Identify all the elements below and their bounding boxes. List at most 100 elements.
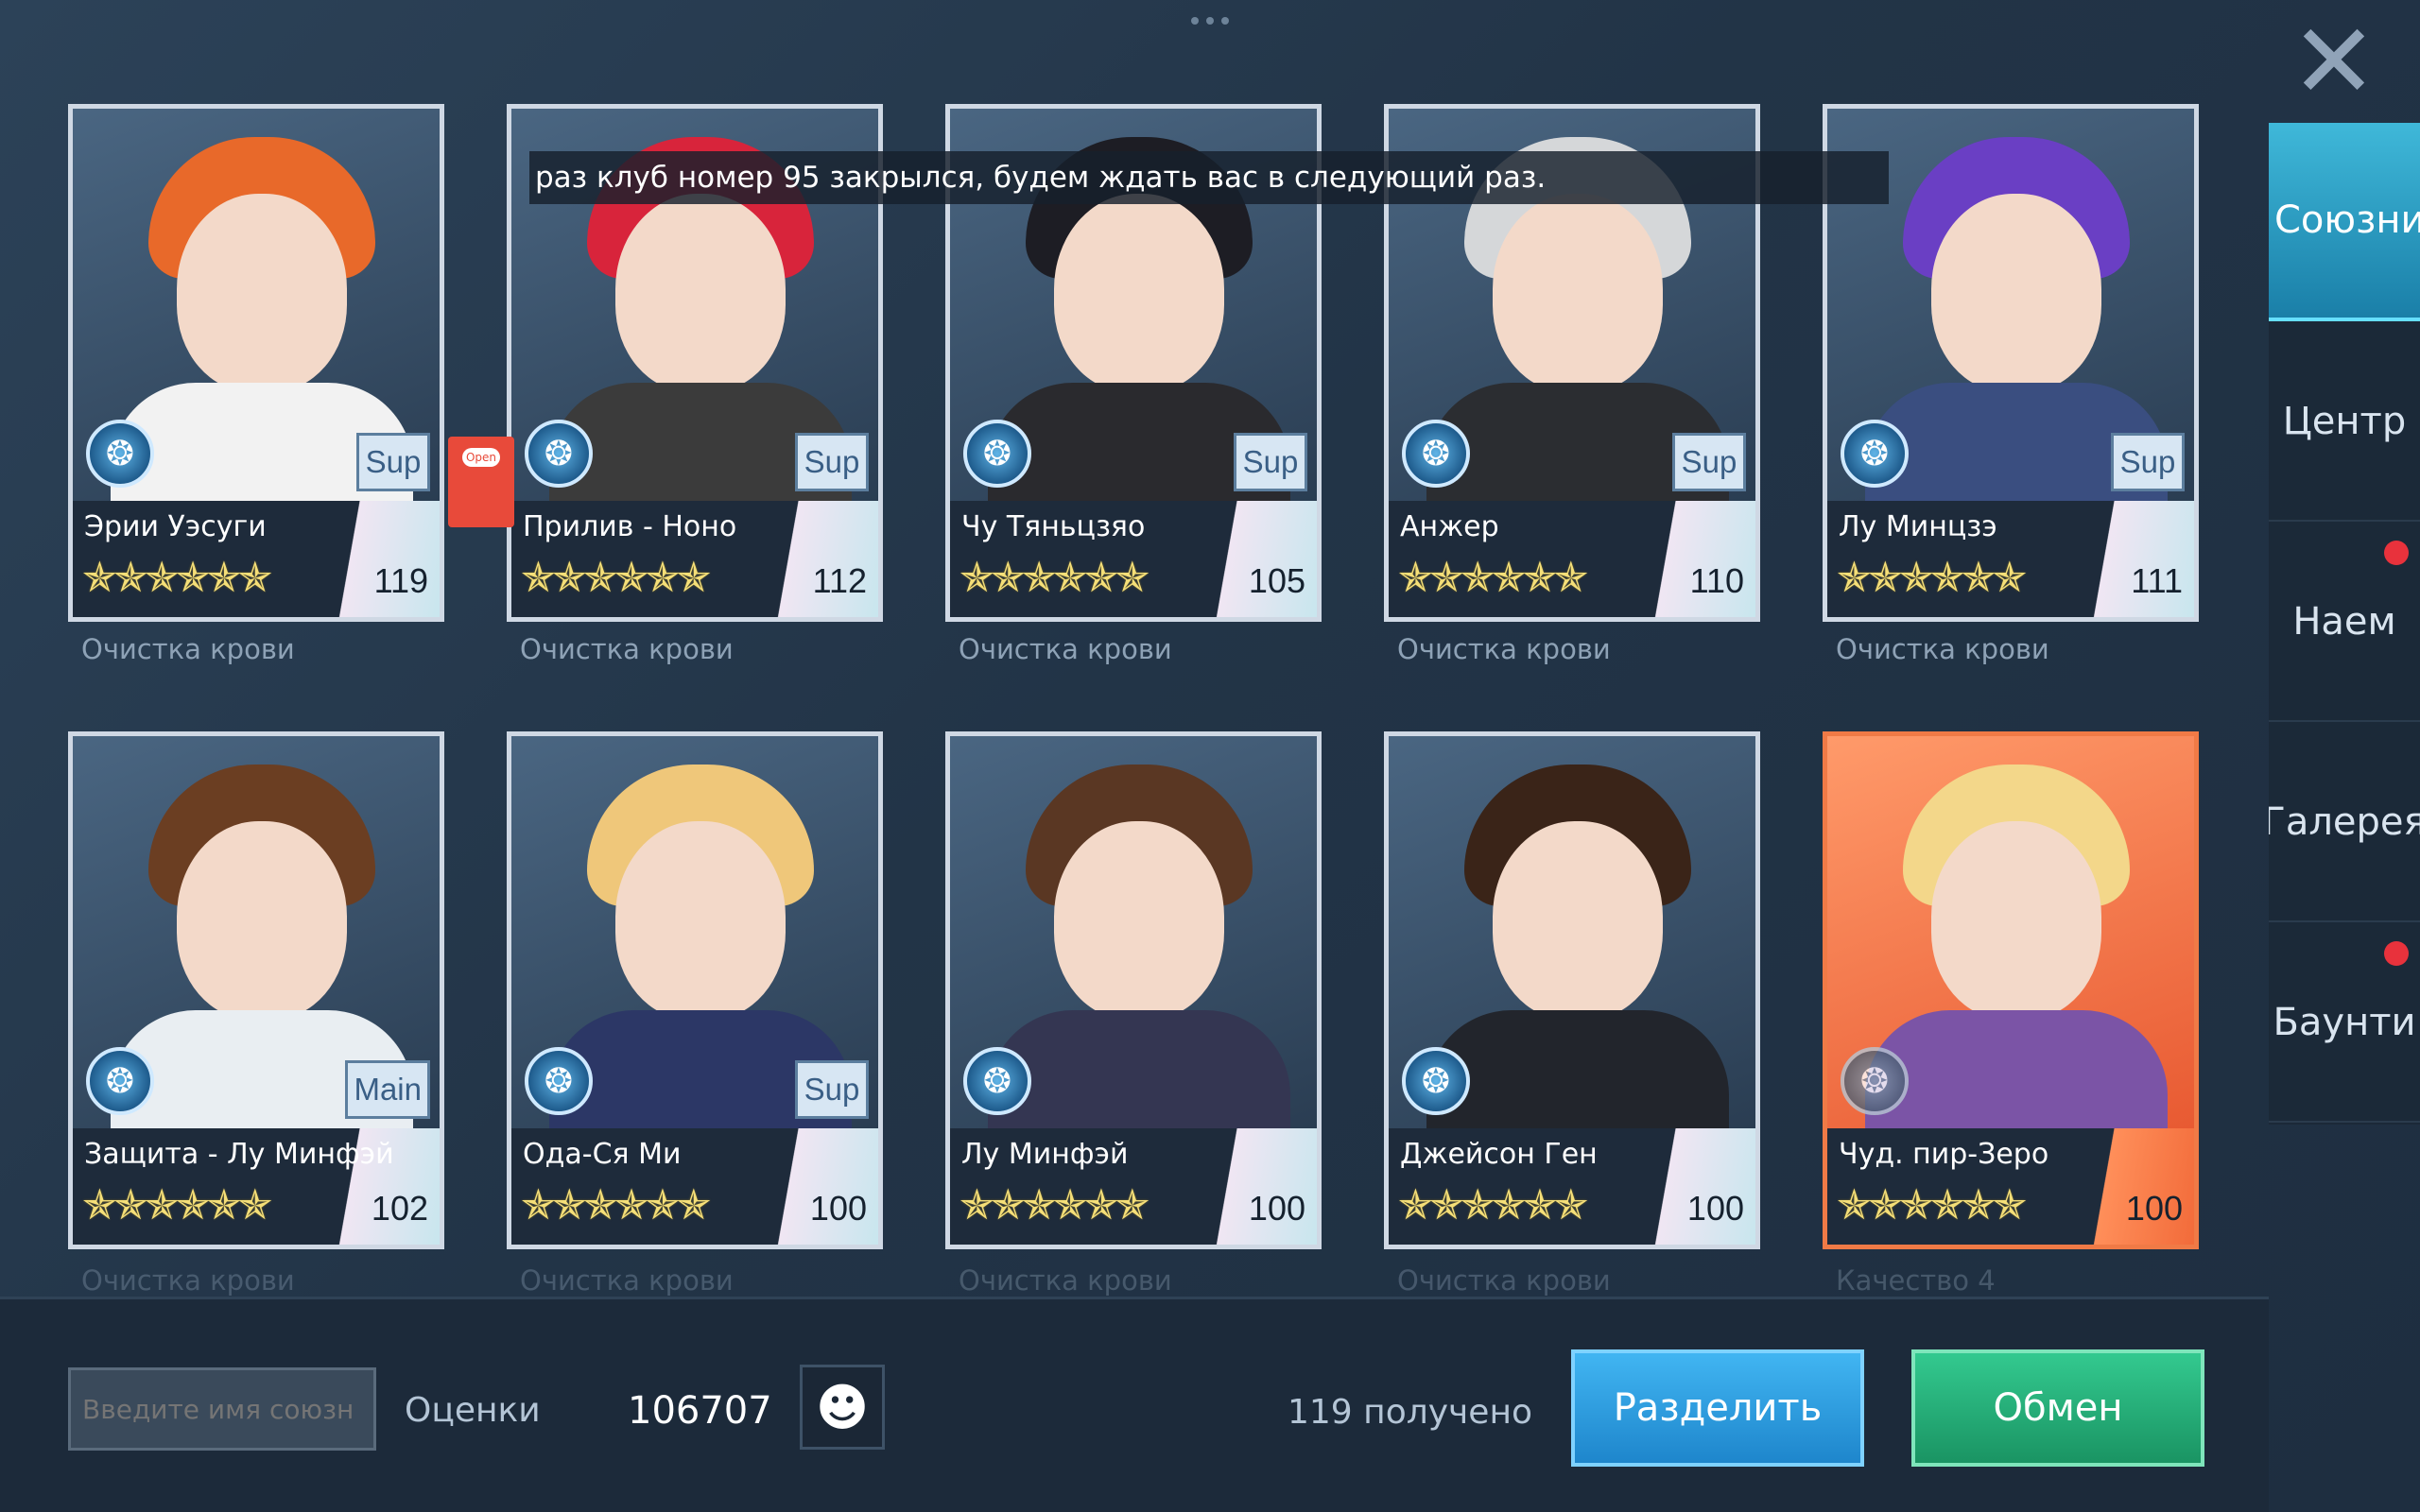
sidebar-item-gallery[interactable]: Галерея [2269,724,2420,922]
dragon-emblem-icon: ❂ [963,1047,1031,1115]
character-name: Прилив - Ноно [523,510,737,543]
notification-dot [2384,941,2409,966]
dragon-emblem-icon: ❂ [1402,420,1470,488]
red-envelope-icon[interactable]: Open [448,437,514,527]
dragon-emblem-icon: ❂ [525,420,593,488]
star-rating-icon: ✯✯✯✯✯✯ [959,1181,1150,1229]
character-level: 102 [371,1189,428,1228]
star-rating-icon: ✯✯✯✯✯✯ [1837,1181,2027,1229]
card-subtitle: Очистка крови [959,1264,1172,1297]
role-badge: Sup [2111,433,2185,491]
character-name: Эрии Уэсуги [84,510,267,543]
portrait-body [988,1010,1290,1128]
dragon-emblem-icon: ❂ [963,420,1031,488]
sidebar-item-label: Союзник [2274,198,2420,242]
role-badge: Sup [795,433,869,491]
character-portrait: ❂ [945,731,1322,1128]
game-screen: ✕ Союзник Центр Наем Галерея Баунти ❂ Su… [0,0,2420,1512]
character-level: 100 [1248,1189,1305,1228]
sidebar-item-label: Галерея [2269,800,2420,844]
notification-banner: раз клуб номер 95 закрылся, будем ждать … [529,151,1889,204]
sidebar-item-label: Наем [2292,600,2396,644]
character-name: Анжер [1400,510,1499,543]
star-rating-icon: ✯✯✯✯✯✯ [1837,554,2027,602]
avatar-icon[interactable]: ☻ [800,1365,885,1450]
card-info: Ода-Ся Ми ✯✯✯✯✯✯ 100 [507,1128,883,1249]
drag-handle-icon[interactable] [1186,17,1234,28]
dragon-emblem-icon: ❂ [86,420,154,488]
character-portrait: ❂ [1384,731,1760,1128]
score-label: Оценки [405,1391,541,1430]
character-name: Чу Тяньцзяо [961,510,1146,543]
character-name: Ода-Ся Ми [523,1138,682,1171]
character-portrait: ❂ Main [68,731,444,1128]
character-level: 112 [812,561,867,600]
card-subtitle: Очистка крови [1397,1264,1611,1297]
dragon-emblem-icon: ❂ [1841,420,1909,488]
portrait-body [1865,1010,2168,1128]
role-badge: Sup [795,1060,869,1119]
sidebar: Союзник Центр Наем Галерея Баунти [2269,123,2420,1125]
character-level: 105 [1248,561,1305,600]
dragon-emblem-icon: ❂ [1402,1047,1470,1115]
character-name: Чуд. пир-Зеро [1839,1138,2049,1171]
star-rating-icon: ✯✯✯✯✯✯ [1398,1181,1588,1229]
character-level: 111 [2131,561,2183,600]
card-subtitle: Очистка крови [81,633,295,665]
card-subtitle: Очистка крови [81,1264,295,1297]
sidebar-item-center[interactable]: Центр [2269,323,2420,522]
character-card[interactable]: ❂ Main Защита - Лу Минфэй ✯✯✯✯✯✯ 102 [68,731,444,1249]
card-info: Анжер ✯✯✯✯✯✯ 110 [1384,501,1760,622]
card-subtitle: Очистка крови [520,633,734,665]
card-info: Джейсон Ген ✯✯✯✯✯✯ 100 [1384,1128,1760,1249]
received-count: 119 получено [1288,1393,1533,1432]
character-level: 119 [373,561,428,600]
dragon-emblem-icon: ❂ [525,1047,593,1115]
character-level: 100 [809,1189,867,1228]
sidebar-item-ally[interactable]: Союзник [2269,123,2420,321]
exchange-button[interactable]: Обмен [1911,1349,2204,1467]
card-info: Эрии Уэсуги ✯✯✯✯✯✯ 119 [68,501,444,622]
card-info: Чуд. пир-Зеро ✯✯✯✯✯✯ 100 [1823,1128,2199,1249]
role-badge: Sup [1672,433,1746,491]
portrait-body [1426,1010,1729,1128]
role-badge: Sup [356,433,430,491]
role-badge: Main [345,1060,430,1119]
sidebar-item-label: Центр [2282,400,2407,443]
character-card[interactable]: ❂ Джейсон Ген ✯✯✯✯✯✯ 100 [1384,731,1760,1249]
close-icon[interactable]: ✕ [2267,9,2401,113]
sidebar-item-bounty[interactable]: Баунти [2269,924,2420,1123]
character-name: Джейсон Ген [1400,1138,1598,1171]
card-info: Лу Минцзэ ✯✯✯✯✯✯ 111 [1823,501,2199,622]
character-level: 100 [2125,1189,2183,1228]
character-portrait: ❂ Sup [507,731,883,1128]
card-subtitle: Очистка крови [1397,633,1611,665]
star-rating-icon: ✯✯✯✯✯✯ [82,554,272,602]
card-subtitle: Очистка крови [520,1264,734,1297]
card-subtitle: Очистка крови [1836,633,2049,665]
character-level: 100 [1686,1189,1744,1228]
sidebar-item-label: Баунти [2273,1001,2416,1044]
star-rating-icon: ✯✯✯✯✯✯ [82,1181,272,1229]
notification-dot [2384,541,2409,565]
score-value: 106707 [628,1389,772,1433]
split-button[interactable]: Разделить [1571,1349,1864,1467]
search-input[interactable] [68,1367,376,1451]
card-info: Лу Минфэй ✯✯✯✯✯✯ 100 [945,1128,1322,1249]
card-subtitle: Качество 4 [1836,1264,1996,1297]
character-card[interactable]: ❂ Чуд. пир-Зеро ✯✯✯✯✯✯ 100 [1823,731,2199,1249]
card-info: Прилив - Ноно ✯✯✯✯✯✯ 112 [507,501,883,622]
character-card[interactable]: ❂ Лу Минфэй ✯✯✯✯✯✯ 100 [945,731,1322,1249]
character-level: 110 [1689,561,1744,600]
star-rating-icon: ✯✯✯✯✯✯ [959,554,1150,602]
dragon-emblem-icon: ❂ [86,1047,154,1115]
dragon-emblem-icon: ❂ [1841,1047,1909,1115]
star-rating-icon: ✯✯✯✯✯✯ [521,554,711,602]
card-subtitle: Очистка крови [959,633,1172,665]
character-card[interactable]: ❂ Sup Ода-Ся Ми ✯✯✯✯✯✯ 100 [507,731,883,1249]
sidebar-item-hire[interactable]: Наем [2269,524,2420,722]
card-info: Чу Тяньцзяо ✯✯✯✯✯✯ 105 [945,501,1322,622]
character-portrait: ❂ Sup [68,104,444,501]
character-card[interactable]: ❂ Sup Эрии Уэсуги ✯✯✯✯✯✯ 119 [68,104,444,622]
character-portrait: ❂ [1823,731,2199,1128]
